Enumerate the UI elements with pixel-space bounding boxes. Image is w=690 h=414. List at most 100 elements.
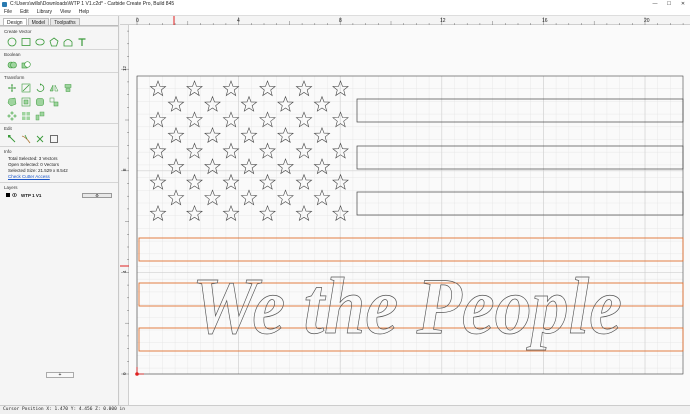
circle-tool-icon[interactable] [7,37,17,47]
star-shape[interactable] [167,95,185,112]
selected-stripe-1[interactable] [138,237,684,262]
menu-library[interactable]: Library [33,8,56,16]
star-shape[interactable] [295,142,313,159]
eye-icon[interactable] [11,193,18,197]
curve-tool-icon[interactable] [63,37,73,47]
star-shape[interactable] [222,80,240,97]
maximize-button[interactable]: ☐ [662,0,676,8]
minimize-button[interactable]: — [648,0,662,8]
circular-array-icon[interactable] [7,111,17,121]
create-vector-heading: Create Vector [0,26,118,35]
star-shape[interactable] [240,126,258,143]
star-shape[interactable] [259,173,276,190]
canvas-area[interactable]: 0 4 8 12 16 20 12 8 4 0 We the People [120,16,690,406]
star-shape[interactable] [259,111,276,128]
mirror-icon[interactable] [49,83,59,93]
cut-icon[interactable] [35,134,45,144]
stripe-2[interactable] [356,145,684,170]
star-shape[interactable] [204,189,221,206]
h-ruler-label-8: 8 [339,18,342,24]
rotate-icon[interactable] [35,83,45,93]
stripe-3[interactable] [356,191,684,216]
star-shape[interactable] [167,158,185,175]
edit-tools [0,132,118,146]
boolean-subtract-icon[interactable] [21,60,31,70]
star-shape[interactable] [167,126,185,143]
star-shape[interactable] [277,126,294,143]
star-shape[interactable] [149,142,167,159]
star-shape[interactable] [149,204,167,221]
star-shape[interactable] [186,142,203,159]
tab-toolpaths[interactable]: Toolpaths [50,18,80,26]
tab-model[interactable]: Model [27,18,50,26]
star-shape[interactable] [204,158,221,175]
star-shape[interactable] [295,173,313,190]
layer-row[interactable]: WTP 1 V1 ⚙ [0,191,118,199]
boolean-union-icon[interactable] [7,60,17,70]
star-shape[interactable] [277,95,294,112]
star-shape[interactable] [240,158,258,175]
layer-name: WTP 1 V1 [21,192,42,198]
fillet-icon[interactable] [35,97,45,107]
menu-bar: File Edit Library View Help [0,8,690,16]
star-shape[interactable] [295,204,313,221]
menu-edit[interactable]: Edit [16,8,33,16]
star-shape[interactable] [149,111,167,128]
star-shape[interactable] [222,173,240,190]
star-shape[interactable] [167,189,185,206]
origin-icon [135,367,144,376]
star-shape[interactable] [240,95,258,112]
tab-design[interactable]: Design [3,18,27,26]
menu-help[interactable]: Help [75,8,93,16]
star-shape[interactable] [222,204,240,221]
grid-array-icon[interactable] [21,111,31,121]
star-shape[interactable] [259,142,276,159]
trim-icon[interactable] [21,134,31,144]
transform-heading: Transform [0,72,118,81]
offset-icon[interactable] [21,97,31,107]
menu-view[interactable]: View [56,8,75,16]
star-shape[interactable] [222,111,240,128]
star-shape[interactable] [277,158,294,175]
move-icon[interactable] [7,83,17,93]
menu-file[interactable]: File [0,8,16,16]
star-shape[interactable] [186,80,203,97]
star-shape[interactable] [240,189,258,206]
rectangle-tool-icon[interactable] [21,37,31,47]
status-bar: Cursor Position X: 1.470 Y: 4.456 Z: 0.0… [0,405,690,414]
stars-field[interactable] [149,80,349,221]
layer-settings-button[interactable]: ⚙ [82,192,112,198]
add-layer-button[interactable]: + [46,372,74,378]
star-shape[interactable] [295,111,313,128]
array-icon[interactable] [49,97,59,107]
boolean-tools [0,58,118,72]
nest-icon[interactable] [7,97,17,107]
ellipse-tool-icon[interactable] [35,37,45,47]
star-shape[interactable] [204,126,221,143]
star-shape[interactable] [186,111,203,128]
align-icon[interactable] [63,83,73,93]
design-canvas[interactable]: 0 4 8 12 16 20 12 8 4 0 We the People [120,16,690,406]
close-button[interactable]: ✕ [676,0,690,8]
star-shape[interactable] [186,173,203,190]
star-shape[interactable] [222,142,240,159]
star-shape[interactable] [204,95,221,112]
stripe-1[interactable] [356,98,684,123]
star-shape[interactable] [186,204,203,221]
star-shape[interactable] [277,189,294,206]
text-tool-icon[interactable] [77,37,87,47]
check-cutter-access-link[interactable]: Check Cutter Access [0,173,118,179]
join-icon[interactable] [49,134,59,144]
star-shape[interactable] [295,80,313,97]
star-shape[interactable] [259,80,276,97]
scale-icon[interactable] [21,83,31,93]
node-edit-icon[interactable] [7,134,17,144]
star-shape[interactable] [149,173,167,190]
h-ruler-label-4: 4 [237,18,240,24]
star-shape[interactable] [259,204,276,221]
star-shape[interactable] [149,80,167,97]
we-the-people-text[interactable]: We the People [192,263,623,352]
layer-color-swatch[interactable] [6,193,10,197]
path-array-icon[interactable] [35,111,45,121]
polygon-tool-icon[interactable] [49,37,59,47]
